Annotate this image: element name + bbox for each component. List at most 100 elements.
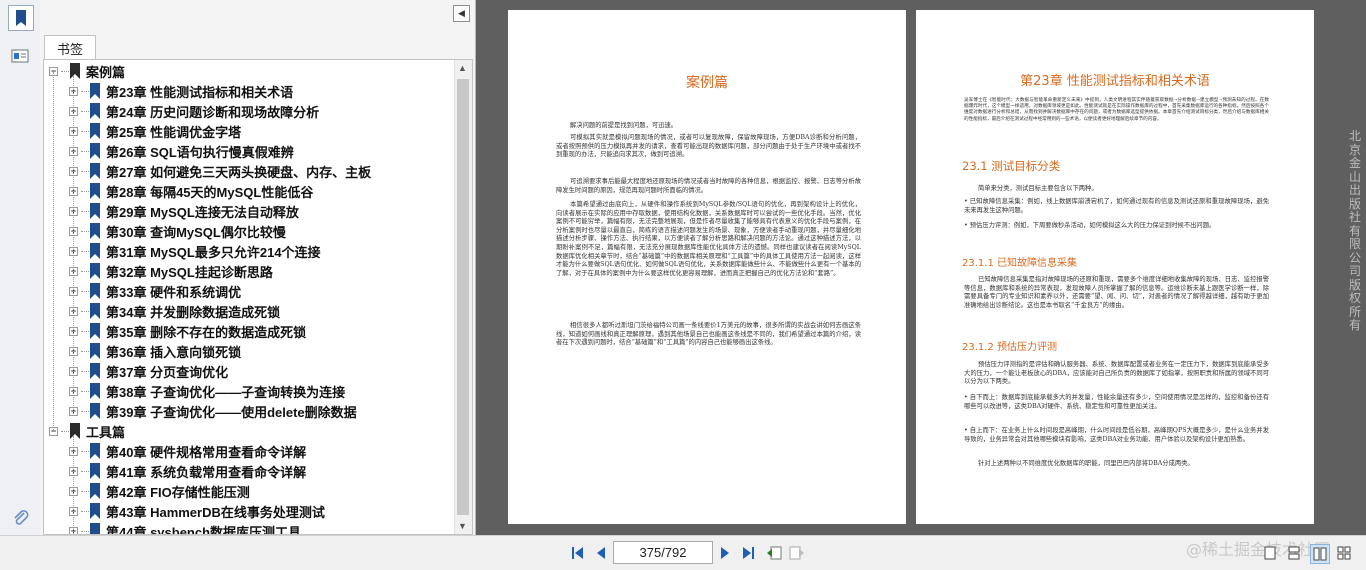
bookmark-chapter-row[interactable]: + 第29章 MySQL连接无法自动释放 (69, 201, 299, 221)
bookmark-chapter-row[interactable]: + 第38章 子查询优化——子查询转换为连接 (69, 381, 345, 401)
tree-connector (81, 310, 89, 312)
left-page-paragraph: 解决问题的前提是找到问题，可迅速。 (570, 122, 678, 129)
bookmark-chapter-row[interactable]: + 第41章 系统负载常用查看命令详解 (69, 461, 306, 481)
tree-guide-line (73, 436, 74, 534)
scroll-down-icon[interactable]: ▼ (458, 521, 467, 531)
tree-connector (81, 210, 89, 212)
tree-connector (61, 70, 69, 72)
tree-connector (81, 270, 89, 272)
bookmark-label: 第39章 子查询优化——使用delete删除数据 (106, 404, 357, 420)
bookmark-icon (90, 263, 100, 279)
continuous-facing-view-button[interactable] (1336, 544, 1352, 562)
continuous-view-button[interactable] (1286, 544, 1302, 562)
bullet-item: • 预估压力评测：例如，下周要做秒杀活动，如何模拟这么大的压力保证到时候不出问题… (964, 222, 1216, 229)
bookmark-chapter-row[interactable]: + 第27章 如何避免三天两头换硬盘、内存、主板 (69, 161, 371, 181)
pdf-page-left: 案例篇 解决问题的前提是找到问题，可迅速。 可模拟其实就是模拟问题现场的情况，或… (508, 10, 906, 524)
bookmark-icon (90, 463, 100, 479)
tree-connector (81, 390, 89, 392)
bookmark-chapter-row[interactable]: + 第35章 删除不存在的数据造成死锁 (69, 321, 306, 341)
facing-pages-view-button[interactable] (1310, 544, 1330, 564)
tree-connector (81, 90, 89, 92)
bookmark-icon (90, 283, 100, 299)
tree-guide-line (53, 72, 54, 432)
bookmark-group-row[interactable]: − 案例篇 (49, 61, 125, 81)
previous-page-icon (597, 547, 605, 559)
chevron-left-icon: ◀ (458, 8, 465, 18)
bookmark-icon (90, 323, 100, 339)
bookmark-chapter-row[interactable]: + 第23章 性能测试指标和相关术语 (69, 81, 293, 101)
bookmark-chapter-row[interactable]: + 第24章 历史问题诊断和现场故障分析 (69, 101, 319, 121)
bookmark-group-row[interactable]: − 工具篇 (49, 421, 125, 441)
attachments-panel-button[interactable] (8, 505, 32, 529)
bookmark-icon (90, 223, 100, 239)
navigation-toolbar: 375/792 @稀土掘金技术社区 (0, 535, 1366, 570)
scroll-up-icon[interactable]: ▲ (458, 63, 467, 73)
bookmark-chapter-row[interactable]: + 第42章 FIO存储性能压测 (69, 481, 250, 501)
bullet-text: 预估压力评测：例如，下周要做秒杀活动，如何模拟这么大的压力保证到时候不出问题。 (969, 222, 1216, 229)
bookmark-icon (90, 243, 100, 259)
first-page-icon (572, 547, 583, 559)
page-number-input[interactable]: 375/792 (613, 541, 713, 564)
bookmark-chapter-row[interactable]: + 第33章 硬件和系统调优 (69, 281, 241, 301)
left-page-paragraph: 可模拟其实就是模拟问题现场的情况，或者可以复现故障，保留故障现场，方便DBA诊断… (556, 134, 861, 159)
left-page-paragraph: 本篇希望通过由底向上，从硬件和操作系统到MySQL参数/SQL语句的优化，再到架… (556, 201, 861, 277)
tree-connector (81, 290, 89, 292)
bookmarks-panel-button[interactable] (8, 5, 34, 31)
bookmark-chapter-row[interactable]: + 第43章 HammerDB在线事务处理测试 (69, 501, 325, 521)
next-page-button[interactable] (718, 544, 732, 562)
tree-scrollbar[interactable]: ▲ ▼ (454, 60, 472, 534)
bookmark-label: 第38章 子查询优化——子查询转换为连接 (106, 384, 346, 400)
bookmark-icon (90, 403, 100, 419)
bookmark-label: 第29章 MySQL连接无法自动释放 (106, 204, 299, 220)
bookmark-icon (90, 383, 100, 399)
bottom-watermark: @稀土掘金技术社区 (1186, 540, 1331, 559)
bookmark-chapter-row[interactable]: + 第26章 SQL语句执行慢真假难辨 (69, 141, 294, 161)
left-page-paragraph: 相信很多人都听过斯坦门茨给福特公司画一条线要价1万美元的故事，很多所谓的实战会讲… (556, 322, 861, 347)
scrollbar-thumb[interactable] (457, 79, 469, 515)
bookmark-chapter-row[interactable]: + 第39章 子查询优化——使用delete删除数据 (69, 401, 357, 421)
bookmark-label: 第24章 历史问题诊断和现场故障分析 (106, 104, 320, 120)
collapse-panel-button[interactable]: ◀ (453, 5, 470, 22)
bookmark-label: 第34章 并发删除数据造成死锁 (106, 304, 281, 320)
thumbnails-panel-button[interactable] (8, 44, 32, 68)
bookmark-label: 第26章 SQL语句执行慢真假难辨 (106, 144, 294, 160)
previous-page-button[interactable] (594, 544, 608, 562)
bookmark-icon (70, 423, 80, 439)
chapter-intro: 吴军博士在《智能时代：大数据与智能革命重新定义未来》中提到，人类文明进程其实伴随… (964, 98, 1269, 122)
bookmark-icon (90, 483, 100, 499)
continuous-page-icon (1288, 546, 1300, 560)
bullet-text: 自下而上：数据库到底能承载多大的并发量，性能余量还有多少，空间使用情况是怎样的，… (964, 394, 1270, 410)
bookmark-icon (90, 523, 100, 534)
single-page-view-button[interactable] (1262, 544, 1278, 562)
bookmark-icon (70, 63, 80, 79)
document-viewer[interactable]: 案例篇 解决问题的前提是找到问题，可迅速。 可模拟其实就是模拟问题现场的情况，或… (476, 0, 1366, 535)
bookmark-icon (90, 123, 100, 139)
bookmark-chapter-row[interactable]: + 第32章 MySQL挂起诊断思路 (69, 261, 273, 281)
last-page-button[interactable] (740, 544, 756, 562)
bookmark-chapter-row[interactable]: + 第40章 硬件规格常用查看命令详解 (69, 441, 306, 461)
bookmark-icon (90, 363, 100, 379)
bookmark-icon (90, 183, 100, 199)
bookmark-chapter-row[interactable]: + 第44章 sysbench数据库压测工具 (69, 521, 301, 534)
bookmark-label: 第42章 FIO存储性能压测 (106, 484, 250, 500)
section-paragraph: 预估压力评测指的是评估和确认服务器、系统、数据库配置或者业务在一定压力下，数据库… (964, 361, 1269, 386)
bookmark-chapter-row[interactable]: + 第30章 查询MySQL偶尔比较慢 (69, 221, 286, 241)
tree-connector (61, 430, 69, 432)
bookmark-chapter-row[interactable]: + 第37章 分页查询优化 (69, 361, 228, 381)
first-page-button[interactable] (570, 544, 586, 562)
bookmark-chapter-row[interactable]: + 第34章 并发删除数据造成死锁 (69, 301, 280, 321)
go-back-view-button[interactable] (765, 544, 783, 562)
bookmark-chapter-row[interactable]: + 第25章 性能调优金字塔 (69, 121, 241, 141)
tab-bookmarks[interactable]: 书签 (44, 35, 96, 60)
bookmark-chapter-row[interactable]: + 第31章 MySQL最多只允许214个连接 (69, 241, 321, 261)
subsection-heading: 23.1.1 已知故障信息采集 (962, 258, 1077, 269)
go-forward-view-button[interactable] (788, 544, 806, 562)
bookmark-chapter-row[interactable]: + 第36章 插入意向锁死锁 (69, 341, 241, 361)
side-rail (0, 0, 41, 535)
last-page-icon (743, 547, 754, 559)
section-paragraph: 针对上述两种以不同维度优化数据库的职能，同里巴巴内部将DBA分成两类。 (978, 460, 1194, 467)
left-page-paragraph: 可追溯要求事后能最大程度地还原现场的情况或者当时故障的各种信息，根据监控、报警、… (556, 178, 861, 194)
bookmark-label: 第33章 硬件和系统调优 (106, 284, 242, 300)
bookmark-chapter-row[interactable]: + 第28章 每隔45天的MySQL性能低谷 (69, 181, 313, 201)
continuous-facing-icon (1337, 546, 1351, 560)
